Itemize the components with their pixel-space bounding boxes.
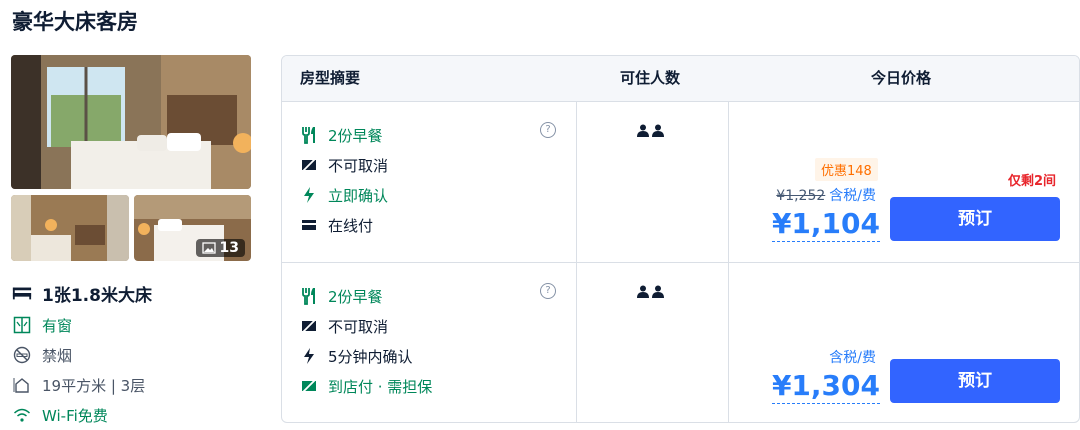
confirm-item: 5分钟内确认	[300, 341, 432, 371]
lightning-icon	[300, 187, 318, 203]
room-size-icon	[12, 376, 32, 394]
table-header: 房型摘要 可住人数 今日价格	[282, 56, 1079, 102]
card-icon	[300, 219, 318, 231]
rooms-left: 仅剩2间	[1008, 174, 1057, 189]
room-photo-main[interactable]	[11, 55, 251, 189]
payment-item: 在线付	[300, 210, 388, 240]
image-icon	[201, 242, 216, 254]
book-button[interactable]: 预订	[890, 197, 1060, 241]
help-icon[interactable]: ?	[540, 122, 556, 138]
payment-label: 到店付 · 需担保	[328, 377, 433, 396]
tax-label: 含税/费	[829, 350, 876, 366]
price[interactable]: ¥1,304	[771, 369, 880, 404]
person-icon	[637, 285, 649, 298]
fact-bed: 1张1.8米大床	[12, 280, 152, 306]
payment-label: 在线付	[328, 216, 374, 235]
header-guests: 可住人数	[620, 69, 681, 87]
help-icon[interactable]: ?	[540, 283, 556, 299]
confirm-label: 立即确认	[328, 186, 389, 205]
bed-label: 1张1.8米大床	[42, 285, 152, 306]
tax-line: 含税/费	[829, 347, 876, 367]
no-cancel-icon	[300, 319, 318, 333]
offer-summary: 2份早餐 不可取消 立即确认 在线付	[300, 120, 388, 240]
breakfast-item: 2份早餐	[300, 120, 388, 150]
breakfast-label: 2份早餐	[328, 287, 383, 306]
breakfast-label: 2份早餐	[328, 126, 383, 145]
no-cancel-icon	[300, 158, 318, 172]
pay-at-hotel-icon	[300, 379, 318, 393]
table-row: 2份早餐 不可取消 5分钟内确认 到店付 · 需担保 ? 含税/费 ¥1,304…	[282, 263, 1079, 422]
tax-label: 含税/费	[829, 188, 876, 204]
confirm-label: 5分钟内确认	[328, 347, 413, 366]
guest-capacity	[637, 285, 664, 298]
room-photo-thumb-1[interactable]	[11, 195, 129, 261]
guest-capacity	[637, 124, 664, 137]
bed-icon	[12, 285, 32, 301]
cancel-label: 不可取消	[328, 317, 389, 336]
cancel-item: 不可取消	[300, 150, 388, 180]
utensils-icon	[300, 126, 318, 144]
lightning-icon	[300, 348, 318, 364]
size-floor-label: 19平方米 | 3层	[42, 376, 146, 395]
wifi-icon	[12, 407, 32, 423]
person-icon	[652, 285, 664, 298]
header-summary: 房型摘要	[300, 69, 361, 87]
discount-badge: 优惠148	[815, 158, 878, 181]
original-price: ¥1,252	[776, 188, 826, 204]
no-smoking-icon	[12, 346, 32, 364]
room-facts: 1张1.8米大床 有窗 禁烟 19平方米 | 3层 Wi-Fi免费	[12, 280, 152, 430]
fact-smoking: 禁烟	[12, 340, 152, 370]
table-row: 2份早餐 不可取消 立即确认 在线付 ? 优惠148 仅剩2间 ¥1,252 含税…	[282, 102, 1079, 263]
fact-size-floor: 19平方米 | 3层	[12, 370, 152, 400]
payment-item: 到店付 · 需担保	[300, 371, 432, 401]
wifi-label: Wi-Fi免费	[42, 406, 108, 425]
cancel-label: 不可取消	[328, 156, 389, 175]
book-button[interactable]: 预订	[890, 359, 1060, 403]
window-icon	[12, 316, 32, 334]
offer-summary: 2份早餐 不可取消 5分钟内确认 到店付 · 需担保	[300, 281, 432, 401]
utensils-icon	[300, 287, 318, 305]
confirm-item: 立即确认	[300, 180, 388, 210]
header-price: 今日价格	[871, 69, 932, 87]
fact-window: 有窗	[12, 310, 152, 340]
person-icon	[637, 124, 649, 137]
offers-table: 房型摘要 可住人数 今日价格 2份早餐 不可取消 立即确认 在线付 ? 优惠14…	[281, 55, 1080, 423]
room-photo-thumb-2[interactable]: 13	[134, 195, 251, 261]
original-price-line: ¥1,252 含税/费	[776, 185, 876, 205]
cancel-item: 不可取消	[300, 311, 432, 341]
smoking-label: 禁烟	[42, 346, 73, 365]
room-title: 豪华大床客房	[12, 10, 138, 34]
photo-count: 13	[219, 240, 239, 256]
fact-wifi: Wi-Fi免费	[12, 400, 152, 430]
photo-count-badge[interactable]: 13	[195, 239, 245, 257]
breakfast-item: 2份早餐	[300, 281, 432, 311]
price[interactable]: ¥1,104	[771, 207, 880, 242]
person-icon	[652, 124, 664, 137]
window-label: 有窗	[42, 316, 73, 335]
